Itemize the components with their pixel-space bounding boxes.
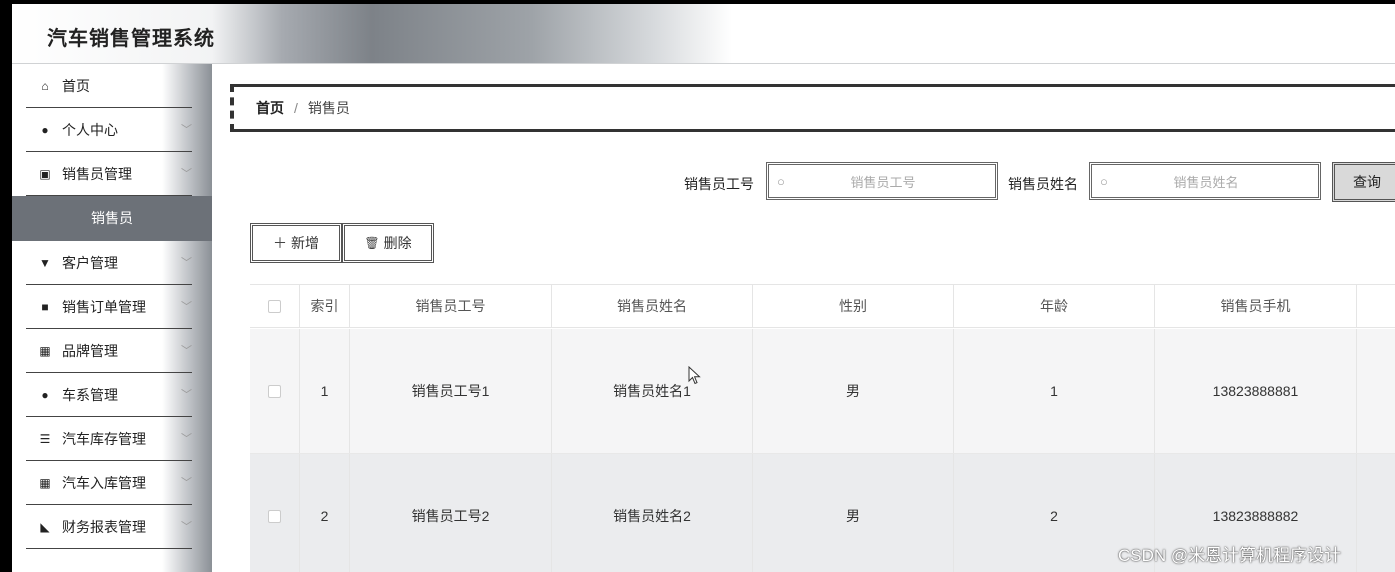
breadcrumb-separator: / [294,100,298,116]
table-header: 索引 销售员工号 销售员姓名 性别 年龄 销售员手机 [250,284,1395,328]
sidebar-item-label: 销售员管理 [62,165,132,182]
salesperson-name-label: 销售员姓名 [1008,176,1078,192]
breadcrumb: 首页 / 销售员 [230,84,1395,132]
chevron-down-icon: ﹀ [181,301,192,313]
sidebar-item-label: 销售订单管理 [62,298,146,315]
row-select-cell [250,454,300,572]
column-header-id[interactable]: 销售员工号 [350,285,552,327]
cell-phone: 13823888881 [1155,329,1357,453]
home-icon: ⌂ [41,78,49,93]
cell-extra [1357,454,1395,572]
cell-age: 1 [954,329,1155,453]
plus-icon: ＋ [273,235,287,251]
cell-gender: 男 [753,329,954,453]
delete-button-label: 删除 [383,235,412,251]
like-icon: ◣ [40,519,50,534]
column-header-extra [1357,285,1395,327]
cell-id: 销售员工号2 [350,454,552,572]
column-header-name[interactable]: 销售员姓名 [552,285,753,327]
salesperson-table: 索引 销售员工号 销售员姓名 性别 年龄 销售员手机 1 销售员工号1 销售员姓… [250,284,1395,572]
salesperson-name-placeholder: 销售员姓名 [1173,174,1239,190]
sidebar-subitem-salesperson[interactable]: 销售员 [12,196,212,241]
chevron-down-icon: ﹀ [181,477,192,489]
column-header-index[interactable]: 索引 [300,285,350,327]
sidebar-item-label: 财务报表管理 [62,518,146,535]
add-button[interactable]: ＋ 新增 [250,223,342,263]
chart-icon: ▣ [39,166,51,181]
cell-index: 2 [300,454,350,572]
sidebar-item-brand-mgmt[interactable]: ▦ 品牌管理 ﹀ [26,329,192,373]
salesperson-id-label: 销售员工号 [684,176,754,192]
trash-icon: 🗑 [364,236,380,250]
row-select-cell [250,329,300,453]
watermark: CSDN @米恩计算机程序设计 [1118,546,1342,565]
sidebar-item-home[interactable]: ⌂ 首页 [26,64,192,108]
mouse-cursor-icon [688,366,701,385]
salesperson-id-placeholder: 销售员工号 [850,174,916,190]
sidebar-item-label: 汽车库存管理 [62,430,146,447]
chevron-down-icon: ﹀ [181,389,192,401]
sidebar-item-label: 车系管理 [62,386,118,403]
pin-icon: ▼ [39,255,51,270]
sidebar-item-label: 客户管理 [62,254,118,271]
location-icon: ● [41,387,49,402]
sidebar-item-stock-in-mgmt[interactable]: ▦ 汽车入库管理 ﹀ [26,461,192,505]
search-icon: ○ [777,173,785,189]
sidebar-item-profile[interactable]: ● 个人中心 ﹀ [26,108,192,152]
add-button-label: 新增 [291,235,319,251]
cell-name: 销售员姓名1 [552,329,753,453]
chevron-down-icon: ﹀ [181,433,192,445]
salesperson-name-input[interactable]: ○ 销售员姓名 [1089,162,1321,200]
chevron-down-icon: ﹀ [181,168,192,180]
sidebar-item-label: 个人中心 [62,121,118,138]
sidebar: ⌂ 首页 ● 个人中心 ﹀ ▣ 销售员管理 ﹀ 销售员 ▼ 客户管理 ﹀ ■ 销… [12,64,212,572]
cell-gender: 男 [753,454,954,572]
select-all-checkbox[interactable] [268,299,281,313]
sidebar-item-customer-mgmt[interactable]: ▼ 客户管理 ﹀ [26,241,192,285]
chevron-down-icon: ﹀ [181,257,192,269]
grid-icon: ▦ [39,343,51,358]
salesperson-id-input[interactable]: ○ 销售员工号 [766,162,998,200]
cell-name: 销售员姓名2 [552,454,753,572]
column-header-age[interactable]: 年龄 [954,285,1155,327]
breadcrumb-home[interactable]: 首页 [256,98,284,118]
cell-extra [1357,329,1395,453]
sidebar-item-order-mgmt[interactable]: ■ 销售订单管理 ﹀ [26,285,192,329]
cell-index: 1 [300,329,350,453]
grid-icon: ▦ [39,475,51,490]
sidebar-item-finance-mgmt[interactable]: ◣ 财务报表管理 ﹀ [26,505,192,549]
delete-button[interactable]: 🗑 删除 [342,223,434,263]
cell-id: 销售员工号1 [350,329,552,453]
query-button[interactable]: 查询 [1332,162,1395,202]
select-all-cell [250,285,300,327]
chevron-down-icon: ﹀ [181,521,192,533]
table-row[interactable]: 1 销售员工号1 销售员姓名1 男 1 13823888881 [250,329,1395,454]
user-icon: ● [41,122,49,137]
app-window: 汽车销售管理系统 ⌂ 首页 ● 个人中心 ﹀ ▣ 销售员管理 ﹀ 销售员 ▼ 客… [12,4,1395,572]
app-title: 汽车销售管理系统 [47,28,215,50]
sidebar-item-label: 品牌管理 [62,342,118,359]
search-icon: ○ [1100,173,1108,189]
breadcrumb-current: 销售员 [307,100,350,116]
briefcase-icon: ■ [41,299,49,314]
sidebar-item-salesperson-mgmt[interactable]: ▣ 销售员管理 ﹀ [26,152,192,196]
app-header: 汽车销售管理系统 [12,4,1395,64]
sidebar-item-series-mgmt[interactable]: ● 车系管理 ﹀ [26,373,192,417]
column-header-phone[interactable]: 销售员手机 [1155,285,1357,327]
chevron-down-icon: ﹀ [181,124,192,136]
sidebar-item-label: 首页 [62,77,90,94]
sidebar-item-label: 汽车入库管理 [62,474,146,491]
row-checkbox[interactable] [268,509,281,523]
list-icon: ☰ [39,431,51,446]
sidebar-item-inventory-mgmt[interactable]: ☰ 汽车库存管理 ﹀ [26,417,192,461]
column-header-gender[interactable]: 性别 [753,285,954,327]
row-checkbox[interactable] [268,384,281,398]
chevron-down-icon: ﹀ [181,345,192,357]
